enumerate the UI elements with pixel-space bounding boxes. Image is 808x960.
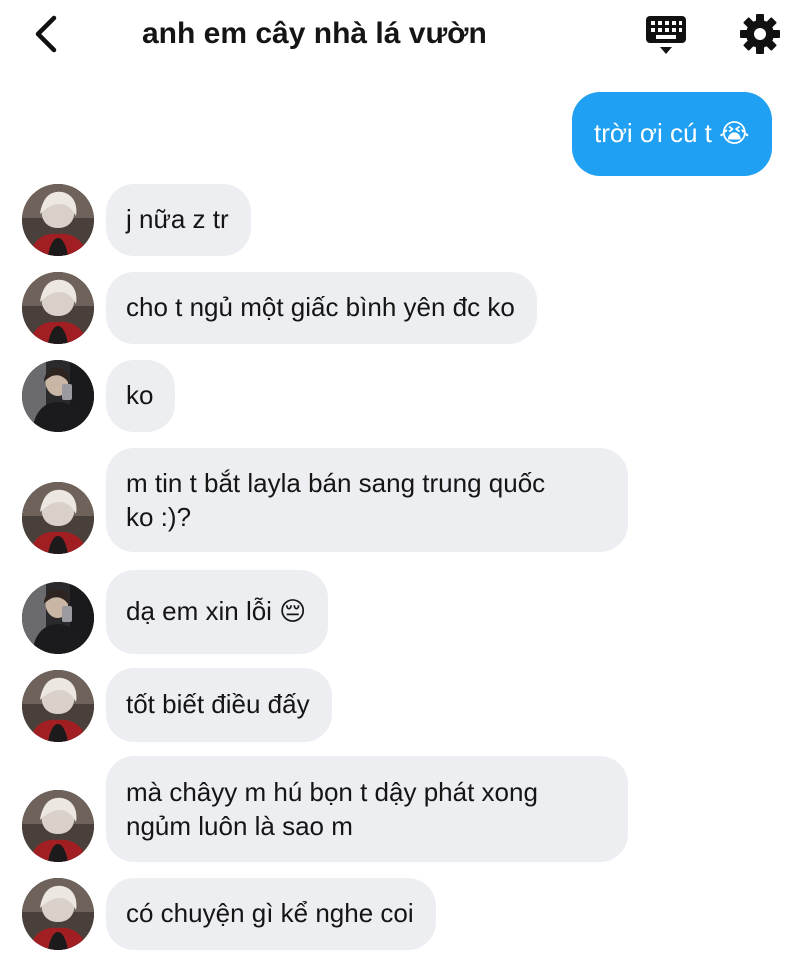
message-bubble-incoming[interactable]: m tin t bắt layla bán sang trung quốc ko…	[106, 448, 628, 552]
message-text: j nữa z tr	[126, 204, 229, 234]
message-bubble-incoming[interactable]: j nữa z tr	[106, 184, 251, 256]
avatar-icon	[22, 360, 94, 432]
gear-icon	[740, 14, 780, 54]
message-bubble-outgoing[interactable]: trời ơi cú t 😭	[572, 92, 772, 176]
chat-title: anh em cây nhà lá vườn	[142, 17, 487, 50]
message-bubble-incoming[interactable]: mà châyy m hú bọn t dậy phát xong ngủm l…	[106, 756, 628, 862]
chat-header: anh em cây nhà lá vườn	[0, 0, 808, 72]
message-text-line: mà châyy m hú bọn t dậy phát xong	[126, 777, 538, 807]
settings-button[interactable]	[734, 8, 786, 60]
avatar-icon	[22, 790, 94, 862]
message-bubble-incoming[interactable]: tốt biết điều đấy	[106, 668, 332, 742]
avatar-icon	[22, 482, 94, 554]
message-text-line: ngủm luôn là sao m	[126, 811, 353, 841]
avatar[interactable]	[22, 670, 94, 742]
avatar-icon	[22, 878, 94, 950]
message-text: dạ em xin lỗi 😔	[126, 596, 307, 626]
back-button[interactable]	[26, 10, 66, 58]
avatar-icon	[22, 670, 94, 742]
message-text-line: m tin t bắt layla bán sang trung quốc	[126, 468, 546, 498]
message-text-line: ko :)?	[126, 502, 192, 532]
message-bubble-incoming[interactable]: có chuyện gì kể nghe coi	[106, 878, 436, 950]
message-text: ko	[126, 380, 154, 410]
keyboard-icon	[646, 16, 686, 54]
message-text: tốt biết điều đấy	[126, 689, 310, 719]
avatar-icon	[22, 184, 94, 256]
avatar[interactable]	[22, 582, 94, 654]
keyboard-button[interactable]	[640, 8, 692, 60]
avatar[interactable]	[22, 878, 94, 950]
avatar-icon	[22, 272, 94, 344]
avatar[interactable]	[22, 482, 94, 554]
message-text: trời ơi cú t 😭	[594, 118, 750, 148]
avatar[interactable]	[22, 184, 94, 256]
chevron-left-icon	[35, 15, 57, 53]
message-bubble-incoming[interactable]: dạ em xin lỗi 😔	[106, 570, 329, 654]
avatar[interactable]	[22, 790, 94, 862]
message-bubble-incoming[interactable]: cho t ngủ một giấc bình yên đc ko	[106, 272, 537, 344]
avatar-icon	[22, 582, 94, 654]
avatar[interactable]	[22, 360, 94, 432]
message-text: có chuyện gì kể nghe coi	[126, 898, 414, 928]
message-text: cho t ngủ một giấc bình yên đc ko	[126, 292, 515, 322]
message-bubble-incoming[interactable]: ko	[106, 360, 176, 432]
avatar[interactable]	[22, 272, 94, 344]
